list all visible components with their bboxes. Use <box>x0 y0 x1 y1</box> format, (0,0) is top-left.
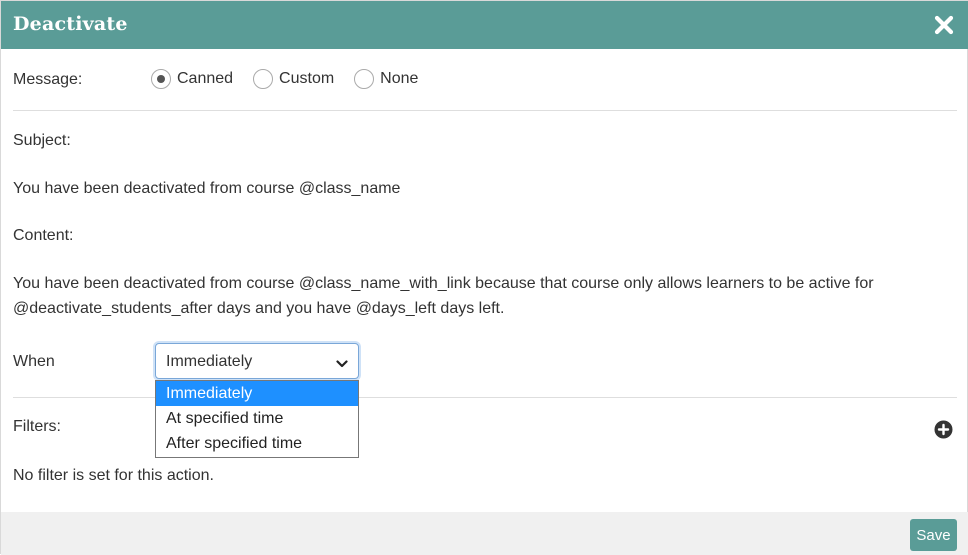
subject-label: Subject: <box>13 132 71 149</box>
close-icon[interactable] <box>933 14 955 36</box>
radio-none-label: None <box>380 70 419 87</box>
divider <box>13 110 957 111</box>
dialog-header: Deactivate <box>1 1 968 49</box>
dialog-footer <box>1 512 968 555</box>
message-radio-group: Canned Custom None <box>151 69 438 89</box>
radio-custom-label: Custom <box>279 70 335 87</box>
dropdown-option-after-specified-time[interactable]: After specified time <box>156 431 358 456</box>
save-button[interactable]: Save <box>910 519 957 551</box>
dropdown-option-at-specified-time[interactable]: At specified time <box>156 406 358 431</box>
chevron-down-icon <box>336 356 348 368</box>
plus-circle-icon[interactable] <box>934 420 953 439</box>
radio-canned-label: Canned <box>177 70 234 87</box>
when-dropdown-list: Immediately At specified time After spec… <box>155 380 359 458</box>
content-label: Content: <box>13 227 74 244</box>
no-filter-text: No filter is set for this action. <box>13 467 214 484</box>
radio-custom-circle[interactable] <box>253 69 274 89</box>
filters-label: Filters: <box>13 418 61 435</box>
radio-none[interactable]: None <box>354 69 418 89</box>
content-text: You have been deactivated from course @c… <box>13 275 874 317</box>
when-label: When <box>13 353 55 370</box>
when-select-value: Immediately <box>166 353 253 370</box>
radio-none-circle[interactable] <box>354 69 375 89</box>
radio-custom[interactable]: Custom <box>253 69 334 89</box>
radio-canned-circle[interactable] <box>151 69 171 89</box>
subject-text: You have been deactivated from course @c… <box>13 180 401 197</box>
message-label: Message: <box>13 71 83 88</box>
dialog-title: Deactivate <box>13 13 128 35</box>
when-select[interactable]: Immediately <box>155 343 359 379</box>
dropdown-option-immediately[interactable]: Immediately <box>156 381 358 406</box>
radio-canned[interactable]: Canned <box>151 69 233 89</box>
deactivate-dialog: Deactivate Message: Canned Custom None S… <box>0 0 968 555</box>
